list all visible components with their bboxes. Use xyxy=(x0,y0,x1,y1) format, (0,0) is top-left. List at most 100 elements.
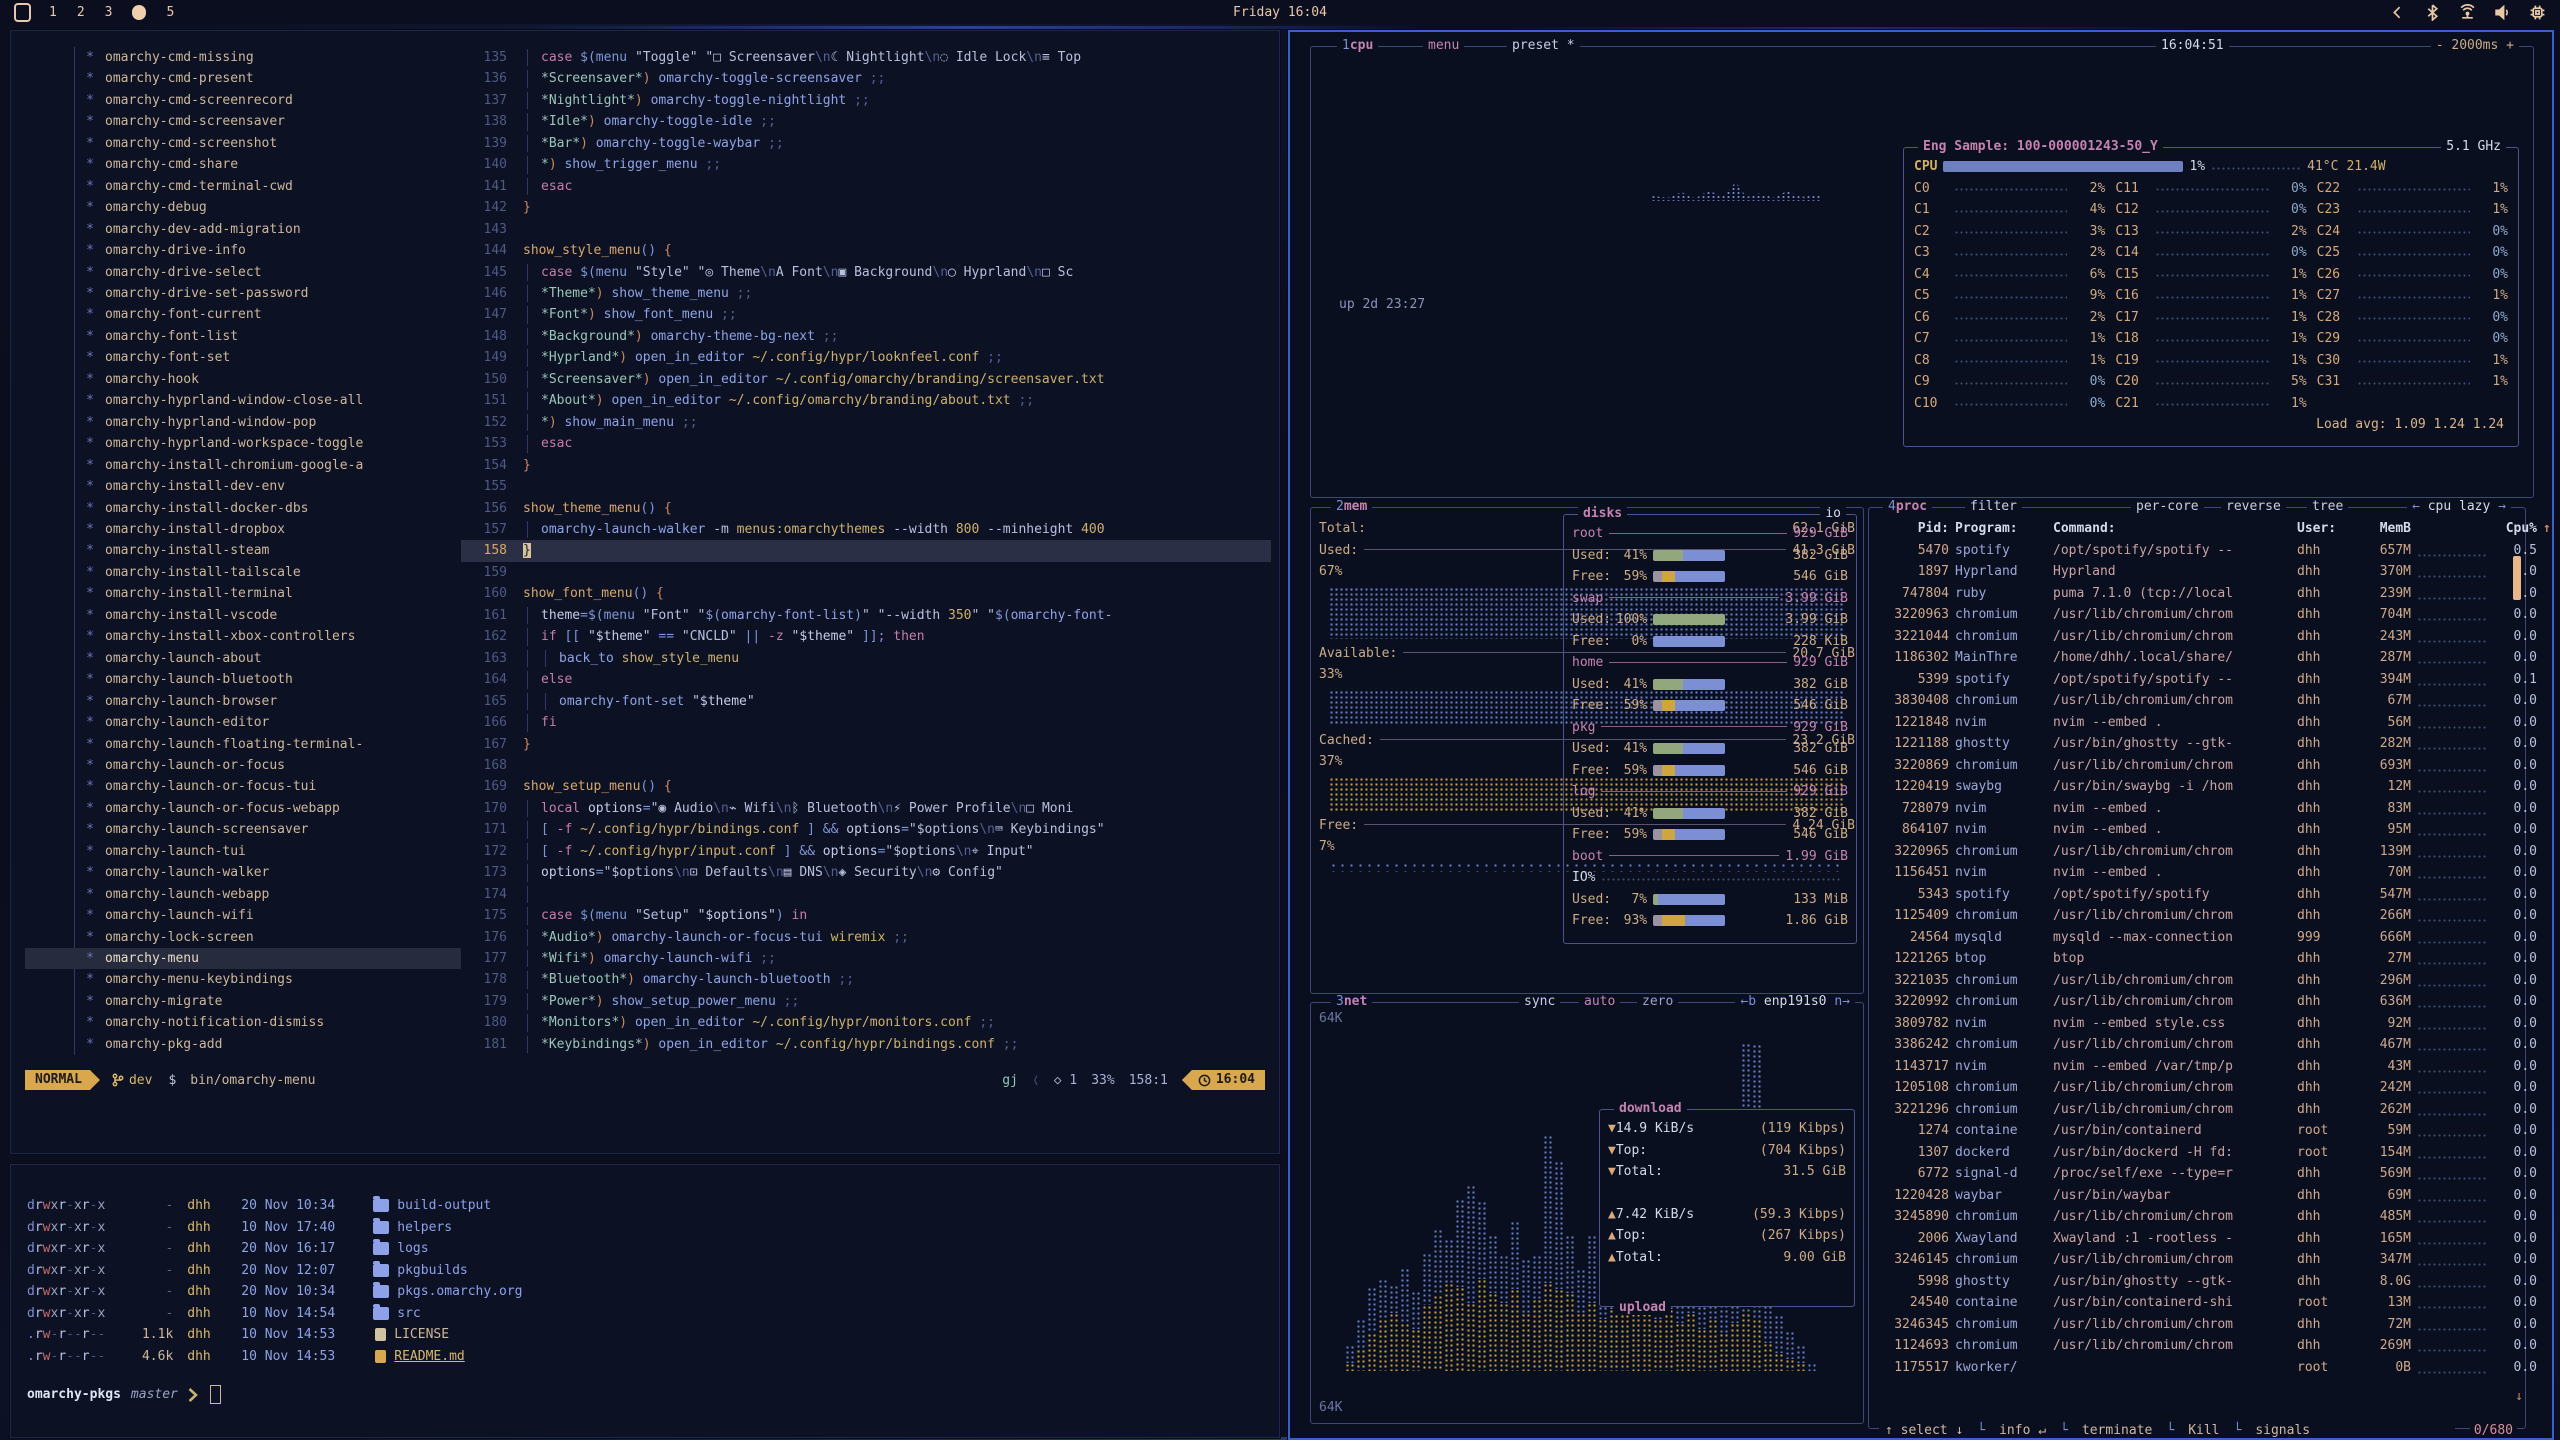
network-icon[interactable] xyxy=(2459,4,2476,21)
file-item[interactable]: *omarchy-cmd-screensaver xyxy=(25,111,461,132)
reverse-tab[interactable]: reverse xyxy=(2221,499,2286,514)
file-item[interactable]: *omarchy-launch-walker xyxy=(25,862,461,883)
process-row[interactable]: 24540containe/usr/bin/containerd-shiroot… xyxy=(1869,1292,2525,1314)
file-item[interactable]: *omarchy-menu xyxy=(25,948,461,969)
update-interval[interactable]: - 2000ms + xyxy=(2431,38,2519,53)
file-item[interactable]: *omarchy-install-terminal xyxy=(25,583,461,604)
process-row[interactable]: 3220992chromium/usr/lib/chromium/chromdh… xyxy=(1869,991,2525,1013)
file-item[interactable]: *omarchy-font-list xyxy=(25,326,461,347)
file-item[interactable]: *omarchy-install-docker-dbs xyxy=(25,498,461,519)
process-row[interactable]: 1124693chromium/usr/lib/chromium/chromdh… xyxy=(1869,1335,2525,1357)
file-name[interactable]: README.md xyxy=(394,1346,464,1368)
process-row[interactable]: 5399spotify/opt/spotify/spotify --dhh394… xyxy=(1869,669,2525,691)
preset-tab[interactable]: preset * xyxy=(1507,38,1580,53)
file-item[interactable]: *omarchy-launch-wifi xyxy=(25,905,461,926)
process-row[interactable]: 1221848nvimnvim --embed .dhh56M0.0 xyxy=(1869,712,2525,734)
process-row[interactable]: 1220419swaybg/usr/bin/swaybg -i /homdhh1… xyxy=(1869,776,2525,798)
file-item[interactable]: *omarchy-launch-or-focus-webapp xyxy=(25,798,461,819)
process-row[interactable]: 1205108chromium/usr/lib/chromium/chromdh… xyxy=(1869,1077,2525,1099)
file-item[interactable]: *omarchy-cmd-share xyxy=(25,154,461,175)
file-item[interactable]: *omarchy-font-current xyxy=(25,304,461,325)
file-item[interactable]: *omarchy-cmd-screenshot xyxy=(25,133,461,154)
cpu-header[interactable]: Cpu% xyxy=(2493,518,2537,540)
process-row[interactable]: 3809782nvimnvim --embed style.cssdhh92M0… xyxy=(1869,1013,2525,1035)
footer-button---select--[interactable]: ↑ select ↓ xyxy=(1885,1423,1963,1438)
menu-tab[interactable]: menu xyxy=(1423,38,1464,53)
file-item[interactable]: *omarchy-debug xyxy=(25,197,461,218)
net-tab-zero[interactable]: zero xyxy=(1637,994,1678,1009)
file-item[interactable]: *omarchy-pkg-add xyxy=(25,1034,461,1055)
process-row[interactable]: 864107nvimnvim --embed .dhh95M0.0 xyxy=(1869,819,2525,841)
file-item[interactable]: *omarchy-notification-dismiss xyxy=(25,1012,461,1033)
file-tree[interactable]: *omarchy-cmd-missing*omarchy-cmd-present… xyxy=(25,47,461,1055)
chevron-left-icon[interactable] xyxy=(2389,4,2406,21)
file-item[interactable]: *omarchy-lock-screen xyxy=(25,927,461,948)
process-row[interactable]: 3830408chromium/usr/lib/chromium/chromdh… xyxy=(1869,690,2525,712)
bluetooth-icon[interactable] xyxy=(2424,4,2441,21)
file-item[interactable]: *omarchy-install-dev-env xyxy=(25,476,461,497)
file-item[interactable]: *omarchy-install-chromium-google-a xyxy=(25,455,461,476)
file-item[interactable]: *omarchy-launch-editor xyxy=(25,712,461,733)
process-row[interactable]: 1221188ghostty/usr/bin/ghostty --gtk-dhh… xyxy=(1869,733,2525,755)
process-row[interactable]: 3246345chromium/usr/lib/chromium/chromdh… xyxy=(1869,1314,2525,1336)
pid-header[interactable]: Pid: xyxy=(1879,518,1949,540)
file-item[interactable]: *omarchy-drive-info xyxy=(25,240,461,261)
net-tab-auto[interactable]: auto xyxy=(1579,994,1620,1009)
volume-icon[interactable] xyxy=(2494,4,2511,21)
user-header[interactable]: User: xyxy=(2297,518,2347,540)
file-item[interactable]: *omarchy-drive-select xyxy=(25,262,461,283)
proc-scrollbar-thumb[interactable] xyxy=(2513,556,2521,600)
file-item[interactable]: *omarchy-install-vscode xyxy=(25,605,461,626)
net-tab-sync[interactable]: sync xyxy=(1519,994,1560,1009)
process-row[interactable]: 5470spotify/opt/spotify/spotify --dhh657… xyxy=(1869,540,2525,562)
process-row[interactable]: 3245890chromium/usr/lib/chromium/chromdh… xyxy=(1869,1206,2525,1228)
net-panel-title[interactable]: 3net xyxy=(1331,994,1372,1009)
process-row[interactable]: 728079nvimnvim --embed .dhh83M0.0 xyxy=(1869,798,2525,820)
workspace-1[interactable]: 1 xyxy=(49,5,57,20)
process-row[interactable]: 1186302MainThre/home/dhh/.local/share/dh… xyxy=(1869,647,2525,669)
process-row[interactable]: 1307dockerd/usr/bin/dockerd -H fd:root15… xyxy=(1869,1142,2525,1164)
file-item[interactable]: *omarchy-drive-set-password xyxy=(25,283,461,304)
file-item[interactable]: *omarchy-launch-or-focus-tui xyxy=(25,776,461,797)
file-item[interactable]: *omarchy-launch-floating-terminal- xyxy=(25,734,461,755)
shell-prompt[interactable]: omarchy-pkgs master xyxy=(27,1385,221,1404)
file-item[interactable]: *omarchy-cmd-terminal-cwd xyxy=(25,176,461,197)
process-row[interactable]: 1221265btopbtopdhh27M0.0 xyxy=(1869,948,2525,970)
process-row[interactable]: 1220428waybar/usr/bin/waybardhh69M0.0 xyxy=(1869,1185,2525,1207)
footer-button-signals[interactable]: signals xyxy=(2255,1423,2310,1438)
process-row[interactable]: 1175517kworker/root0B0.0 xyxy=(1869,1357,2525,1379)
process-row[interactable]: 6772signal-d/proc/self/exe --type=rdhh56… xyxy=(1869,1163,2525,1185)
process-row[interactable]: 3246145chromium/usr/lib/chromium/chromdh… xyxy=(1869,1249,2525,1271)
file-item[interactable]: *omarchy-hyprland-workspace-toggle xyxy=(25,433,461,454)
sort-selector[interactable]: ← cpu lazy → xyxy=(2407,499,2511,514)
net-interface[interactable]: ←b enp191s0 n→ xyxy=(1735,994,1855,1009)
workspace-3[interactable]: 3 xyxy=(105,5,113,20)
omarchy-logo-icon[interactable] xyxy=(14,3,31,22)
workspace-2[interactable]: 2 xyxy=(77,5,85,20)
scroll-down-icon[interactable]: ↓ xyxy=(2515,1389,2523,1404)
file-item[interactable]: *omarchy-install-xbox-controllers xyxy=(25,626,461,647)
workspace-5[interactable]: 5 xyxy=(166,5,174,20)
process-row[interactable]: 3220965chromium/usr/lib/chromium/chromdh… xyxy=(1869,841,2525,863)
process-row[interactable]: 1897HyprlandHyprlanddhh370M0.0 xyxy=(1869,561,2525,583)
file-item[interactable]: *omarchy-migrate xyxy=(25,991,461,1012)
process-row[interactable]: 3220963chromium/usr/lib/chromium/chromdh… xyxy=(1869,604,2525,626)
cpu-panel-title[interactable]: 1cpu xyxy=(1337,38,1378,53)
file-item[interactable]: *omarchy-font-set xyxy=(25,347,461,368)
footer-button-kill[interactable]: Kill xyxy=(2188,1423,2219,1438)
file-item[interactable]: *omarchy-hyprland-window-pop xyxy=(25,412,461,433)
file-item[interactable]: *omarchy-install-tailscale xyxy=(25,562,461,583)
program-header[interactable]: Program: xyxy=(1955,518,2047,540)
process-row[interactable]: 2006XwaylandXwayland :1 -rootless -dhh16… xyxy=(1869,1228,2525,1250)
process-row[interactable]: 1143717nvimnvim --embed /var/tmp/pdhh43M… xyxy=(1869,1056,2525,1078)
footer-button-terminate[interactable]: terminate xyxy=(2082,1423,2152,1438)
process-row[interactable]: 5343spotify/opt/spotify/spotifydhh547M0.… xyxy=(1869,884,2525,906)
process-row[interactable]: 3386242chromium/usr/lib/chromium/chromdh… xyxy=(1869,1034,2525,1056)
file-item[interactable]: *omarchy-install-steam xyxy=(25,540,461,561)
process-row[interactable]: 3220869chromium/usr/lib/chromium/chromdh… xyxy=(1869,755,2525,777)
process-row[interactable]: 1156451nvimnvim --embed .dhh70M0.0 xyxy=(1869,862,2525,884)
file-item[interactable]: *omarchy-install-dropbox xyxy=(25,519,461,540)
file-item[interactable]: *omarchy-menu-keybindings xyxy=(25,969,461,990)
file-item[interactable]: *omarchy-launch-tui xyxy=(25,841,461,862)
tree-tab[interactable]: tree xyxy=(2307,499,2348,514)
